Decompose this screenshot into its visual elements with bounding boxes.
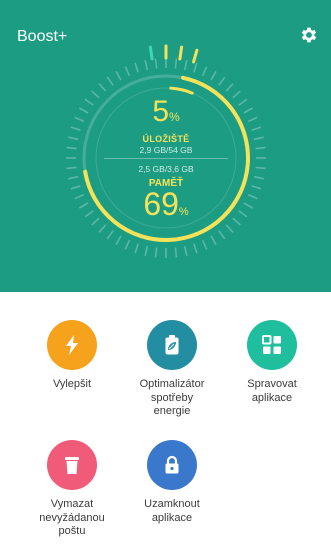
gauge-tick bbox=[201, 66, 208, 77]
gauge-tick bbox=[225, 83, 234, 92]
trash-icon bbox=[65, 457, 79, 474]
gauge-tick bbox=[238, 210, 248, 218]
gauge-tick bbox=[247, 193, 258, 200]
tile-lock-apps[interactable]: Uzamknout aplikace bbox=[124, 440, 220, 525]
grid-apps-icon bbox=[262, 335, 281, 354]
gauge-tick bbox=[91, 90, 100, 99]
gauge-tick bbox=[193, 243, 198, 254]
gauge-tick bbox=[144, 60, 149, 71]
gauge-tick bbox=[253, 175, 264, 180]
gauge-tick bbox=[84, 210, 94, 218]
gauge-indicator-mark bbox=[148, 45, 154, 61]
gauge-tick bbox=[247, 116, 258, 123]
storage-detail: 2,9 GB/54 GB bbox=[139, 145, 193, 155]
gauge-tick bbox=[70, 126, 81, 131]
gauge-tick bbox=[78, 202, 89, 209]
memory-percent-value: 69 bbox=[143, 186, 179, 222]
gauge-tick bbox=[115, 235, 122, 246]
gauge-tick bbox=[68, 136, 79, 141]
tile-clear-junk-circle bbox=[47, 440, 97, 490]
tile-manage-apps-label: Spravovat aplikace bbox=[247, 378, 297, 404]
storage-percent: 5% bbox=[116, 95, 216, 129]
gauge-tick bbox=[232, 217, 241, 226]
memory-detail: 2,5 GB/3,6 GB bbox=[138, 164, 194, 174]
gauge-tick bbox=[232, 90, 241, 99]
gauge-tick bbox=[124, 66, 131, 77]
gauge-tick bbox=[124, 239, 131, 250]
tile-manage-apps[interactable]: Spravovat aplikace bbox=[224, 320, 320, 405]
gauge-tick bbox=[78, 107, 89, 114]
gauge-tick bbox=[210, 235, 217, 246]
gauge-tick bbox=[193, 62, 198, 73]
tile-boost[interactable]: Vylepšit bbox=[24, 320, 120, 392]
gauge-tick bbox=[68, 175, 79, 180]
lock-icon bbox=[165, 455, 179, 474]
gauge-tick bbox=[134, 62, 139, 73]
gauge-tick bbox=[84, 98, 94, 106]
gauge-indicator-mark bbox=[192, 48, 199, 64]
gauge-tick bbox=[255, 146, 266, 150]
gauge-tick bbox=[183, 60, 188, 71]
tile-boost-label: Vylepšit bbox=[52, 378, 92, 390]
storage-label: ÚLOŽIŠTĚ bbox=[142, 134, 190, 144]
gauge-divider bbox=[104, 158, 228, 159]
gauge-tick bbox=[98, 83, 107, 92]
gauge-tick bbox=[218, 76, 226, 86]
gauge-tick bbox=[251, 185, 262, 190]
storage-percent-value: 5 bbox=[152, 95, 169, 128]
gauge-tick bbox=[174, 247, 178, 258]
storage-percent-unit: % bbox=[169, 110, 180, 124]
tile-manage-apps-circle bbox=[247, 320, 297, 370]
gauge-tick bbox=[210, 70, 217, 81]
gauge-tick bbox=[106, 76, 114, 86]
tile-boost-circle bbox=[47, 320, 97, 370]
battery-leaf-icon bbox=[165, 335, 179, 355]
gauge-tick bbox=[106, 230, 114, 240]
gauge-tick bbox=[255, 166, 266, 170]
tile-clear-junk-label: Vymazat nevyžádanou poštu bbox=[39, 498, 105, 537]
status-header: Boost+ 5% ÚLOŽIŠTĚ 2,9 GB/54 GB 2,5 GB/3… bbox=[0, 0, 331, 292]
tile-lock-apps-circle bbox=[147, 440, 197, 490]
gauge-tick bbox=[66, 146, 77, 150]
gauge-tick bbox=[251, 126, 262, 131]
gauge-tick bbox=[70, 185, 81, 190]
tile-battery-optimizer-label: Optimalizátor spotřeby energie bbox=[139, 378, 205, 417]
bolt-icon bbox=[66, 335, 78, 355]
memory-percent: 69% bbox=[116, 186, 216, 223]
gauge-tick bbox=[253, 136, 264, 141]
gauge-tick bbox=[154, 247, 158, 258]
gauge-tick bbox=[225, 224, 234, 233]
gauge-tick bbox=[243, 107, 254, 114]
gauge-tick bbox=[144, 245, 149, 256]
gauge-tick bbox=[154, 58, 158, 69]
gauge-tick bbox=[74, 116, 85, 123]
gauge-tick bbox=[243, 202, 254, 209]
tile-clear-junk[interactable]: Vymazat nevyžádanou poštu bbox=[24, 440, 120, 539]
gauge-tick bbox=[134, 243, 139, 254]
gauge-tick bbox=[91, 217, 100, 226]
tile-battery-optimizer[interactable]: Optimalizátor spotřeby energie bbox=[124, 320, 220, 419]
gauge-tick bbox=[115, 70, 122, 81]
gauge-indicator-mark bbox=[178, 45, 184, 61]
gauge-tick bbox=[201, 239, 208, 250]
gauge-indicator-marks bbox=[148, 44, 199, 64]
memory-percent-unit: % bbox=[178, 206, 189, 218]
gauge-tick bbox=[218, 230, 226, 240]
tile-lock-apps-label: Uzamknout aplikace bbox=[144, 498, 200, 524]
gauge-tick bbox=[74, 193, 85, 200]
gauge-tick bbox=[66, 166, 77, 170]
gauge-tick bbox=[174, 58, 178, 69]
gauge-tick bbox=[238, 98, 248, 106]
storage-usage-arc bbox=[169, 86, 194, 95]
gauge-tick bbox=[183, 245, 188, 256]
gauge-tick bbox=[98, 224, 107, 233]
tile-battery-optimizer-circle bbox=[147, 320, 197, 370]
boost-screen: Boost+ 5% ÚLOŽIŠTĚ 2,9 GB/54 GB 2,5 GB/3… bbox=[0, 0, 331, 560]
